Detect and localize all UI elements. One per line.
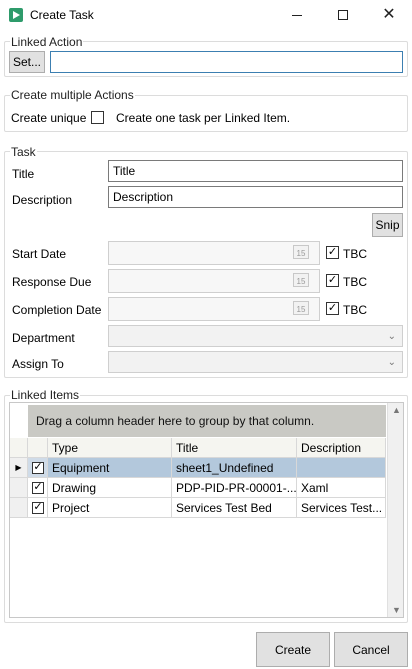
row-selector[interactable] <box>10 498 28 518</box>
table-cell-type[interactable]: Drawing <box>48 478 172 498</box>
department-dropdown[interactable]: ⌄ <box>108 325 403 347</box>
maximize-button[interactable] <box>320 0 366 30</box>
create-unique-label: Create unique <box>11 111 87 125</box>
linked-items-label: Linked Items <box>10 388 81 402</box>
table-cell-type[interactable]: Project <box>48 498 172 518</box>
snip-button[interactable]: Snip <box>372 213 403 237</box>
check-column-header[interactable] <box>28 438 48 458</box>
table-row-checkbox-cell[interactable]: ✓ <box>28 478 48 498</box>
task-group-label: Task <box>10 145 37 159</box>
multiple-actions-label: Create multiple Actions <box>10 88 135 102</box>
completion-date-field[interactable] <box>108 297 320 321</box>
table-cell-description[interactable]: Xaml <box>297 478 386 498</box>
response-due-tbc-checkbox[interactable]: ✓ <box>326 274 339 287</box>
vertical-scrollbar[interactable]: ▲ ▼ <box>387 403 403 617</box>
minimize-icon <box>292 14 302 16</box>
title-label: Title <box>12 167 35 181</box>
start-date-label: Start Date <box>12 247 67 261</box>
minimize-button[interactable] <box>274 0 320 30</box>
create-button[interactable]: Create <box>256 632 330 667</box>
table-cell-title[interactable]: Services Test Bed <box>172 498 297 518</box>
cancel-button[interactable]: Cancel <box>334 632 408 667</box>
table-cell-title[interactable]: PDP-PID-PR-00001-... <box>172 478 297 498</box>
calendar-icon[interactable]: 15 <box>293 245 309 259</box>
set-linked-action-button[interactable]: Set... <box>9 51 45 73</box>
header-row-selector <box>10 438 28 458</box>
completion-date-tbc-checkbox[interactable]: ✓ <box>326 302 339 315</box>
app-icon <box>9 8 23 22</box>
row-selector[interactable] <box>10 478 28 498</box>
response-due-tbc-label: TBC <box>343 275 367 289</box>
chevron-down-icon: ⌄ <box>387 357 396 368</box>
completion-date-label: Completion Date <box>12 303 102 317</box>
chevron-down-icon: ⌄ <box>387 331 396 342</box>
maximize-icon <box>338 10 348 20</box>
type-column-header[interactable]: Type <box>48 438 172 458</box>
title-field[interactable]: Title <box>108 160 403 182</box>
start-date-tbc-checkbox[interactable]: ✓ <box>326 246 339 259</box>
department-label: Department <box>12 331 75 345</box>
calendar-icon[interactable]: 15 <box>293 301 309 315</box>
linked-action-label: Linked Action <box>10 35 84 49</box>
assign-to-dropdown[interactable]: ⌄ <box>108 351 403 373</box>
table-cell-description[interactable]: Services Test... <box>297 498 386 518</box>
row-checkbox[interactable]: ✓ <box>32 481 44 494</box>
start-date-tbc-label: TBC <box>343 247 367 261</box>
calendar-icon[interactable]: 15 <box>293 273 309 287</box>
response-due-label: Response Due <box>12 275 92 289</box>
start-date-field[interactable] <box>108 241 320 265</box>
row-selector[interactable]: ▶ <box>10 458 28 478</box>
title-bar: Create Task ✕ <box>0 0 412 30</box>
linked-action-field[interactable] <box>50 51 403 73</box>
description-field[interactable]: Description <box>108 186 403 208</box>
response-due-field[interactable] <box>108 269 320 293</box>
assign-to-label: Assign To <box>12 357 64 371</box>
table-row-checkbox-cell[interactable]: ✓ <box>28 498 48 518</box>
table-cell-title[interactable]: sheet1_Undefined <box>172 458 297 478</box>
title-column-header[interactable]: Title <box>172 438 297 458</box>
table-cell-description[interactable] <box>297 458 386 478</box>
window-title: Create Task <box>30 8 94 22</box>
scroll-down-icon[interactable]: ▼ <box>392 605 401 615</box>
close-button[interactable]: ✕ <box>366 0 412 30</box>
row-checkbox[interactable]: ✓ <box>32 501 44 514</box>
description-column-header[interactable]: Description <box>297 438 386 458</box>
table-row-checkbox-cell[interactable]: ✓ <box>28 458 48 478</box>
completion-date-tbc-label: TBC <box>343 303 367 317</box>
description-label: Description <box>12 193 73 207</box>
scroll-up-icon[interactable]: ▲ <box>392 405 401 415</box>
row-checkbox[interactable]: ✓ <box>32 461 44 474</box>
linked-items-grid: Drag a column header here to group by th… <box>9 402 404 618</box>
current-row-arrow-icon: ▶ <box>15 463 22 472</box>
table-cell-type[interactable]: Equipment <box>48 458 172 478</box>
group-by-panel[interactable]: Drag a column header here to group by th… <box>28 405 386 437</box>
close-icon: ✕ <box>382 6 396 23</box>
create-unique-checkbox[interactable] <box>91 111 104 124</box>
create-unique-hint: Create one task per Linked Item. <box>116 111 291 125</box>
